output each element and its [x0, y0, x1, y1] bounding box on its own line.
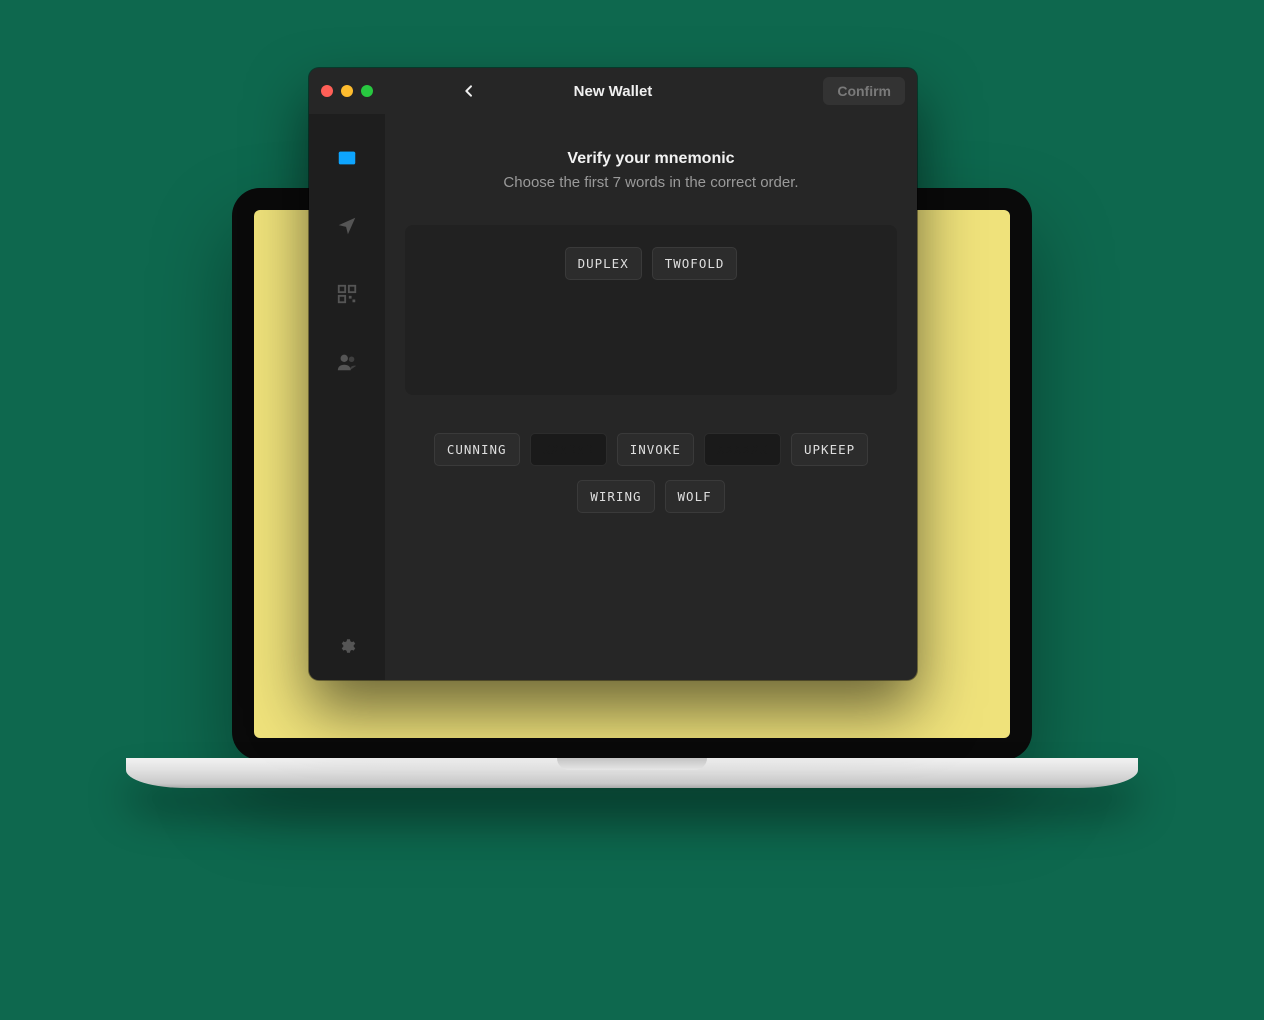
titlebar: New Wallet Confirm — [309, 68, 917, 114]
minimize-icon[interactable] — [341, 85, 353, 97]
app-window: New Wallet Confirm — [309, 68, 917, 680]
word-chip-wolf[interactable]: WOLF — [665, 480, 725, 513]
sidebar — [309, 114, 385, 680]
chevron-left-icon — [461, 83, 477, 99]
verify-subheading: Choose the first 7 words in the correct … — [503, 174, 798, 191]
selected-words-zone[interactable]: DUPLEX TWOFOLD — [405, 225, 897, 395]
word-chip-invoke[interactable]: INVOKE — [617, 433, 694, 466]
word-chip-wiring[interactable]: WIRING — [577, 480, 654, 513]
qr-icon — [336, 283, 358, 305]
selected-word-chip[interactable]: DUPLEX — [565, 247, 642, 280]
send-icon — [336, 215, 358, 237]
available-words-row: CUNNING XXXXXX INVOKE XXXXXX UPKEEP WIRI… — [405, 433, 897, 513]
sidebar-item-contacts[interactable] — [333, 348, 361, 376]
maximize-icon[interactable] — [361, 85, 373, 97]
word-chip-used: XXXXXX — [704, 433, 781, 466]
back-button[interactable] — [453, 77, 485, 105]
sidebar-item-wallet[interactable] — [333, 144, 361, 172]
close-icon[interactable] — [321, 85, 333, 97]
selected-word-chip[interactable]: TWOFOLD — [652, 247, 738, 280]
wallet-icon — [336, 147, 358, 169]
laptop-notch — [557, 758, 707, 770]
gear-icon — [338, 637, 356, 655]
laptop-base — [126, 758, 1138, 788]
confirm-button[interactable]: Confirm — [823, 77, 905, 105]
app-body: Verify your mnemonic Choose the first 7 … — [309, 114, 917, 680]
verify-heading: Verify your mnemonic — [567, 150, 734, 168]
sidebar-item-receive[interactable] — [333, 280, 361, 308]
settings-button[interactable] — [333, 632, 361, 660]
word-chip-cunning[interactable]: CUNNING — [434, 433, 520, 466]
main-panel: Verify your mnemonic Choose the first 7 … — [385, 114, 917, 680]
word-chip-used: XXXXXX — [530, 433, 607, 466]
sidebar-item-send[interactable] — [333, 212, 361, 240]
word-chip-upkeep[interactable]: UPKEEP — [791, 433, 868, 466]
contacts-icon — [336, 351, 358, 373]
window-controls — [321, 85, 373, 97]
